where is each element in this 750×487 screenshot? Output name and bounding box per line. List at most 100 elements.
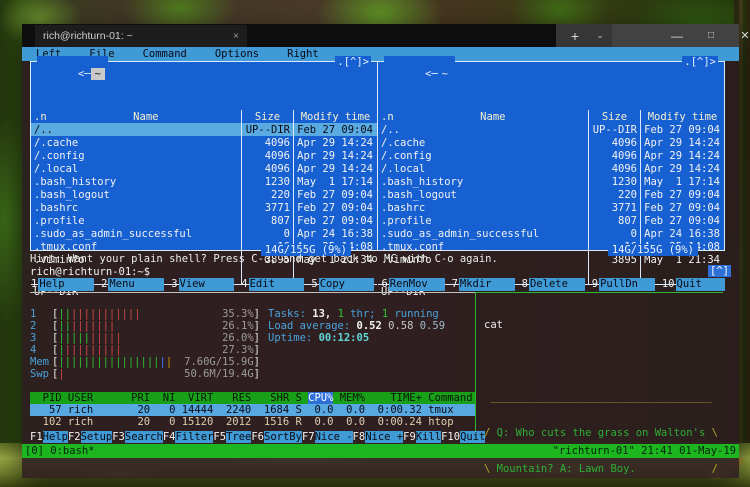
fkey-help[interactable]: 1Help xyxy=(30,278,100,291)
cpu4-meter: 4[||||||||||27.3%] xyxy=(30,344,260,356)
uptime: Uptime: 00:12:05 xyxy=(268,332,369,344)
panel-history-left-icon[interactable]: <─ xyxy=(425,68,438,80)
file-row[interactable]: .sudo_as_admin_successful0Apr 24 16:38 xyxy=(378,227,724,240)
right-panel-path-label[interactable]: ~ xyxy=(438,68,452,80)
right-panel-corner-buttons[interactable]: .[^]> xyxy=(682,56,718,68)
fkey-f8-nice-plus[interactable]: F8Nice + xyxy=(353,431,404,443)
cowsay-quote-line1: / Q: Who cuts the grass on Walton's \ xyxy=(484,427,723,439)
tmux-pane-border-horizontal-active[interactable] xyxy=(475,292,723,293)
file-row[interactable]: .sudo_as_admin_successful0Apr 24 16:38 xyxy=(31,227,377,240)
file-row[interactable]: .bashrc3771Feb 27 09:04 xyxy=(31,201,377,214)
file-row[interactable]: .bash_logout220Feb 27 09:04 xyxy=(31,188,377,201)
file-row[interactable]: .bashrc3771Feb 27 09:04 xyxy=(378,201,724,214)
file-row[interactable]: .bash_history1230May 1 17:14 xyxy=(31,175,377,188)
terminal-tab[interactable]: rich@richturn-01: ~ × xyxy=(35,25,247,47)
menu-options[interactable]: Options xyxy=(201,48,273,60)
fkey-f1-help[interactable]: F1Help xyxy=(30,431,68,443)
mc-command-line[interactable]: rich@richturn-01:~$ xyxy=(30,266,150,278)
terminal-window: rich@richturn-01: ~ × + ⌄ — □ ✕ Left Fil… xyxy=(22,24,739,478)
minimize-button[interactable]: — xyxy=(660,24,694,47)
file-row[interactable]: .bash_logout220Feb 27 09:04 xyxy=(378,188,724,201)
fkey-f9-kill[interactable]: F9Kill xyxy=(403,431,441,443)
process-row[interactable]: 102 rich 20 0 15120 2012 1516 R 0.0 0.0 … xyxy=(30,416,475,428)
file-row[interactable]: /.cache4096Apr 29 14:24 xyxy=(31,136,377,149)
sort-indicator[interactable]: .n xyxy=(381,111,398,123)
load-average: Load average: 0.52 0.58 0.59 xyxy=(268,320,445,332)
col-modify[interactable]: Modify time xyxy=(293,110,377,123)
col-size[interactable]: Size xyxy=(241,110,293,123)
mc-menubar: Left File Command Options Right xyxy=(22,47,739,61)
tmux-window-list[interactable]: [0] 0:bash* xyxy=(25,445,95,457)
file-row[interactable]: .bash_history1230May 1 17:14 xyxy=(378,175,724,188)
chevron-down-icon[interactable]: ⌄ xyxy=(588,24,612,47)
left-panel-path: <─~ xyxy=(37,56,108,92)
file-row[interactable]: .profile807Feb 27 09:04 xyxy=(378,214,724,227)
mc-function-keys: 1Help 2Menu 3View 4Edit 5Copy 6RenMov 7M… xyxy=(30,278,731,291)
panel-history-left-icon[interactable]: <─ xyxy=(78,68,91,80)
file-row[interactable]: /.config4096Apr 29 14:24 xyxy=(31,149,377,162)
disk-usage: 14G/155G (9%) xyxy=(608,244,698,256)
tab-title: rich@richturn-01: ~ xyxy=(43,30,227,42)
left-panel-header: .nName Size Modify time xyxy=(31,110,377,123)
menu-command[interactable]: Command xyxy=(129,48,201,60)
fkey-f10-quit[interactable]: F10Quit xyxy=(441,431,485,443)
fkey-f3-search[interactable]: F3Search xyxy=(112,431,163,443)
fkey-pulldn[interactable]: 9PullDn xyxy=(591,278,661,291)
file-row[interactable]: /.local4096Apr 29 14:24 xyxy=(31,162,377,175)
right-panel-header: .nName Size Modify time xyxy=(378,110,724,123)
file-row[interactable]: /.config4096Apr 29 14:24 xyxy=(378,149,724,162)
fkey-f4-filter[interactable]: F4Filter xyxy=(163,431,214,443)
fkey-f7-nice-minus[interactable]: F7Nice - xyxy=(302,431,353,443)
fkey-menu[interactable]: 2Menu xyxy=(100,278,170,291)
col-size[interactable]: Size xyxy=(588,110,640,123)
cpu1-meter: 1[|||||||||||||35.3%] xyxy=(30,308,260,320)
col-name[interactable]: Name xyxy=(51,111,241,123)
menu-right[interactable]: Right xyxy=(273,48,333,60)
fkey-delete[interactable]: 8Delete xyxy=(521,278,591,291)
cowsay-quote-line2: \ Mountain? A: Lawn Boy. / xyxy=(484,463,723,475)
shell-output: cat xyxy=(484,319,723,331)
mc-left-panel: <─~ .[^]> .nName Size Modify time /..UP-… xyxy=(30,61,378,251)
right-panel-path: <─~ xyxy=(384,56,455,92)
fkey-f5-tree[interactable]: F5Tree xyxy=(213,431,251,443)
cpu2-meter: 2[|||||||||26.1%] xyxy=(30,320,260,332)
fkey-renmov[interactable]: 6RenMov xyxy=(380,278,450,291)
fkey-mkdir[interactable]: 7Mkdir xyxy=(451,278,521,291)
memory-meter: Mem[||||||||||||||||||7.60G/15.9G] xyxy=(30,356,260,368)
titlebar: rich@richturn-01: ~ × + ⌄ — □ ✕ xyxy=(22,24,739,47)
fkey-edit[interactable]: 4Edit xyxy=(240,278,310,291)
sort-column-cpu[interactable]: CPU% xyxy=(308,392,333,404)
sort-indicator[interactable]: .n xyxy=(34,111,51,123)
file-row[interactable]: /..UP--DIRFeb 27 09:04 xyxy=(378,123,724,136)
new-tab-button[interactable]: + xyxy=(562,24,588,47)
mc-hint-line: Hint: Want your plain shell? Press C-o, … xyxy=(30,253,498,265)
left-panel-corner-buttons[interactable]: .[^]> xyxy=(335,56,371,68)
maximize-button[interactable]: □ xyxy=(694,24,728,47)
close-button[interactable]: ✕ xyxy=(728,24,750,47)
tmux-status-bar: [0] 0:bash* "richturn-01" 21:41 01-May-1… xyxy=(22,444,739,458)
col-modify[interactable]: Modify time xyxy=(640,110,724,123)
fkey-view[interactable]: 3View xyxy=(170,278,240,291)
fkey-f6-sortby[interactable]: F6SortBy xyxy=(251,431,302,443)
file-row[interactable]: /..UP--DIRFeb 27 09:04 xyxy=(31,123,377,136)
process-row-selected[interactable]: 57 rich 20 0 14444 2240 1684 S 0.0 0.0 0… xyxy=(30,404,475,416)
left-panel-path-label[interactable]: ~ xyxy=(91,68,105,80)
tmux-status-right: "richturn-01" 21:41 01-May-19 xyxy=(553,445,736,457)
fkey-quit[interactable]: 10Quit xyxy=(661,278,731,291)
htop-pane: 1[|||||||||||||35.3%] 2[|||||||||26.1%] … xyxy=(30,295,475,443)
process-table-header[interactable]: PID USER PRI NI VIRT RES SHR S CPU% MEM%… xyxy=(30,392,475,404)
fkey-f2-setup[interactable]: F2Setup xyxy=(68,431,112,443)
file-row[interactable]: .profile807Feb 27 09:04 xyxy=(31,214,377,227)
swap-meter: Swp[|50.6M/19.4G] xyxy=(30,368,260,380)
tasks-summary: Tasks: 13, 1 thr; 1 running xyxy=(268,308,439,320)
shell-pane[interactable]: cat ___________________________________ … xyxy=(484,295,723,443)
history-up-button[interactable]: [^] xyxy=(708,265,731,277)
file-row[interactable]: /.cache4096Apr 29 14:24 xyxy=(378,136,724,149)
fkey-copy[interactable]: 5Copy xyxy=(310,278,380,291)
htop-function-keys: F1Help F2Setup F3Search F4Filter F5Tree … xyxy=(30,431,475,443)
tmux-pane-border-vertical[interactable] xyxy=(475,292,476,443)
tmux-pane-border-horizontal[interactable] xyxy=(30,292,475,293)
col-name[interactable]: Name xyxy=(398,111,588,123)
tab-close-icon[interactable]: × xyxy=(233,31,239,42)
file-row[interactable]: /.local4096Apr 29 14:24 xyxy=(378,162,724,175)
